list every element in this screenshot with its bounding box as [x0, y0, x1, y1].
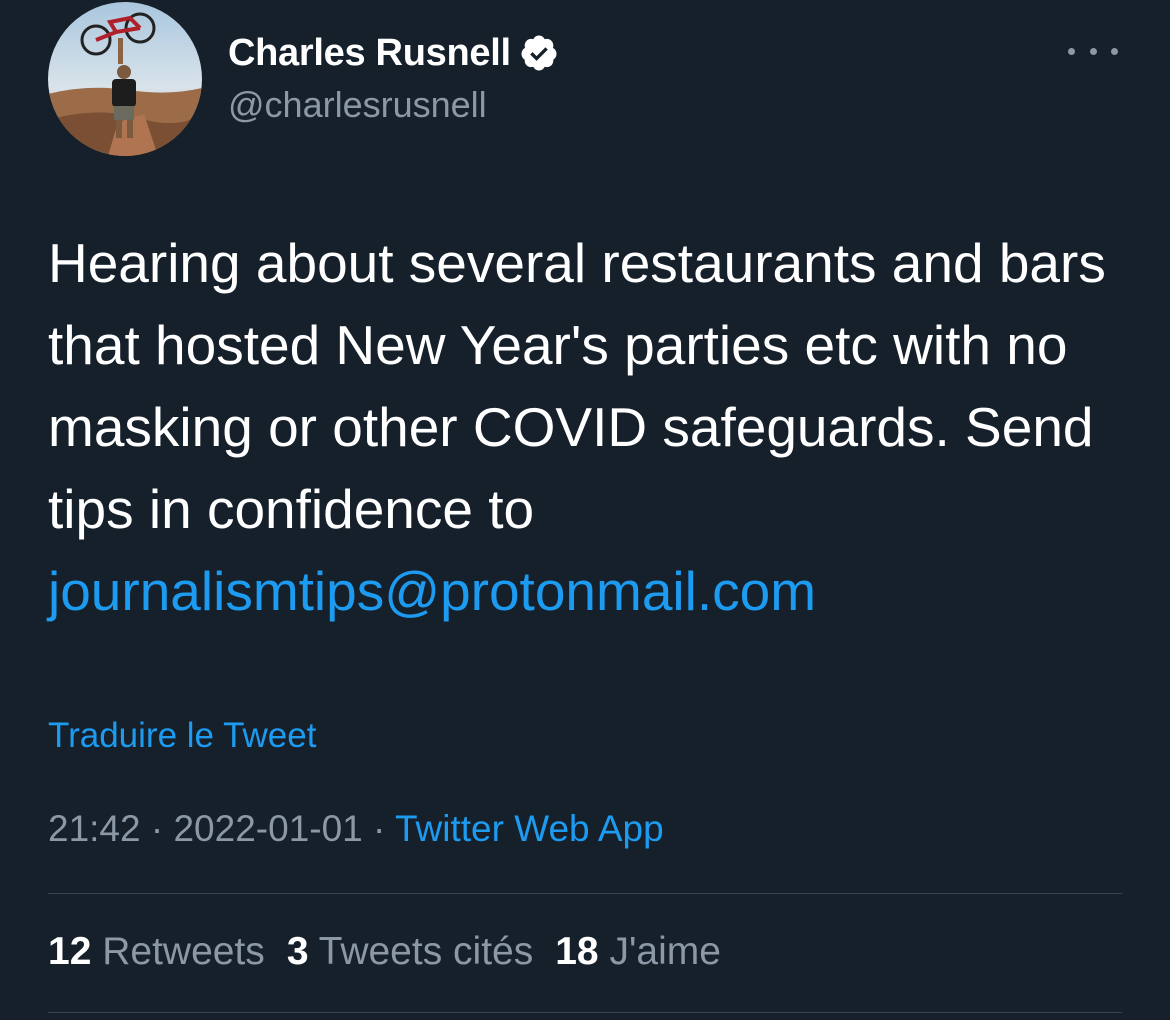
divider	[48, 893, 1122, 894]
engagement-stats: 12 Retweets 3 Tweets cités 18 J'aime	[48, 930, 743, 974]
divider	[48, 1012, 1122, 1013]
likes-stat[interactable]: 18 J'aime	[555, 930, 721, 974]
more-horizontal-icon[interactable]	[1068, 36, 1118, 66]
more-dot	[1089, 47, 1097, 55]
tweet-detail: Charles Rusnell @charlesrusnell Hearing …	[0, 0, 1170, 1020]
author-handle[interactable]: @charlesrusnell	[228, 84, 487, 126]
meta-separator: ·	[373, 808, 386, 849]
tweet-date[interactable]: 2022-01-01	[173, 808, 362, 849]
more-dot	[1111, 47, 1118, 55]
author-display-name[interactable]: Charles Rusnell	[228, 32, 511, 75]
translate-tweet-link[interactable]: Traduire le Tweet	[48, 716, 316, 756]
retweets-label: Retweets	[102, 930, 265, 973]
avatar[interactable]	[48, 2, 202, 156]
more-dot	[1068, 47, 1075, 55]
quotes-label: Tweets cités	[318, 930, 534, 973]
likes-count: 18	[555, 930, 599, 973]
retweets-count: 12	[48, 930, 92, 973]
email-link[interactable]: journalismtips@protonmail.com	[48, 560, 816, 622]
tweet-time[interactable]: 21:42	[48, 808, 141, 849]
quotes-count: 3	[286, 930, 309, 973]
verified-badge-icon	[519, 33, 559, 73]
quote-tweets-stat[interactable]: 3 Tweets cités	[287, 930, 533, 974]
retweets-stat[interactable]: 12 Retweets	[48, 930, 265, 974]
tweet-text-body: Hearing about several restaurants and ba…	[48, 232, 1122, 540]
tweet-source-link[interactable]: Twitter Web App	[395, 808, 664, 849]
tweet-text: Hearing about several restaurants and ba…	[48, 222, 1138, 632]
meta-separator: ·	[150, 808, 164, 849]
author-name-row[interactable]: Charles Rusnell	[228, 28, 559, 78]
tweet-metadata: 21:42 · 2022-01-01 · Twitter Web App	[48, 808, 664, 850]
likes-label: J'aime	[609, 930, 721, 973]
